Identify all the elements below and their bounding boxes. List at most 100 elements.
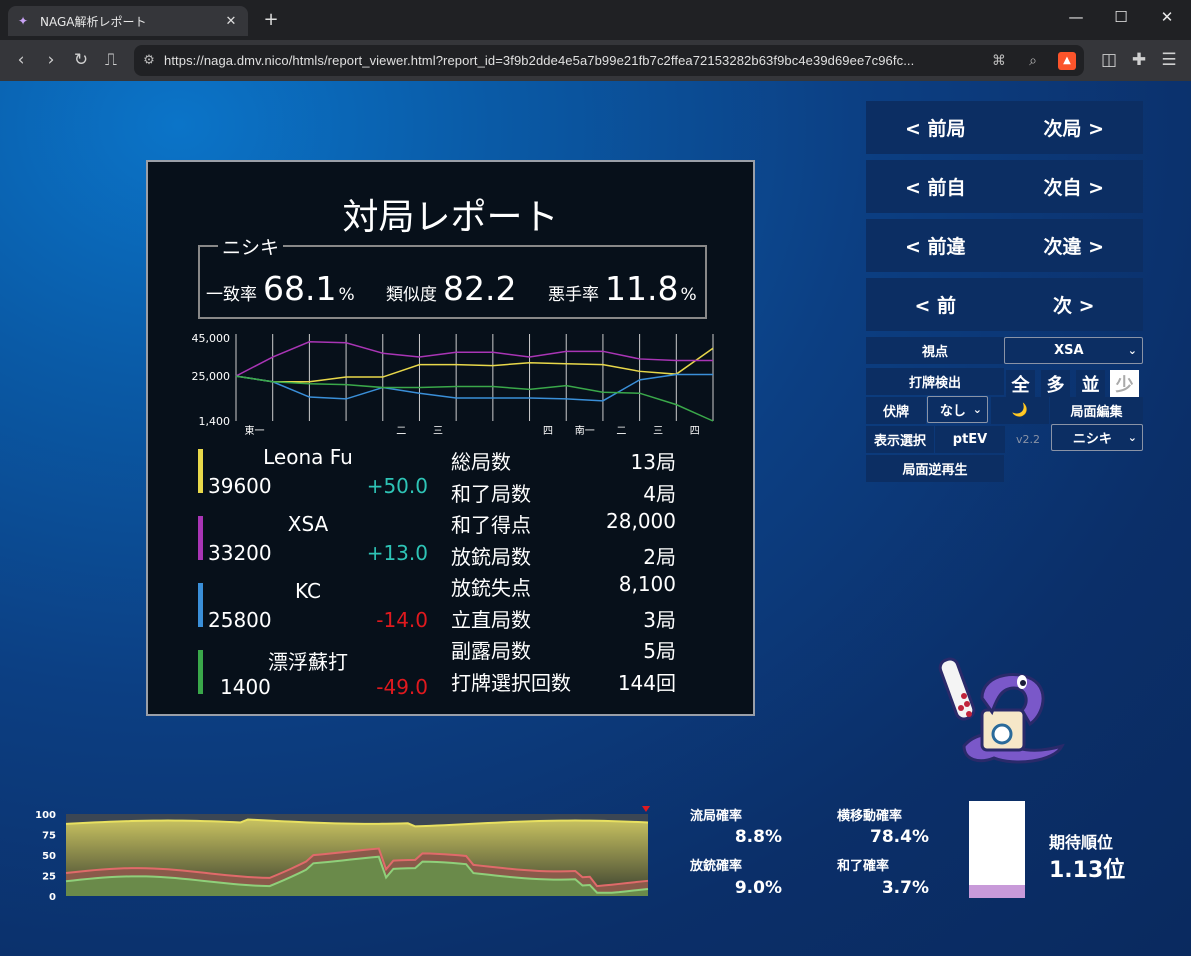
summary-row: 放銃失点 8,100 xyxy=(451,572,676,602)
zoom-icon[interactable]: ⌕ xyxy=(1016,53,1050,69)
match-rate: 一致率 68.1 % xyxy=(206,269,355,308)
address-bar[interactable]: ⚙ https://naga.dmv.nico/htmls/report_vie… xyxy=(134,45,1084,76)
translate-icon[interactable]: ⌘ xyxy=(982,53,1016,69)
detect-all-button[interactable]: 全 xyxy=(1006,370,1035,397)
viewpoint-label: 視点 xyxy=(866,337,1004,364)
expected-rank-fill xyxy=(969,885,1025,898)
player-name: Leona Fu xyxy=(263,445,353,469)
x-tick-label: 四 xyxy=(690,426,700,437)
detect-many-button[interactable]: 多 xyxy=(1041,370,1070,397)
tab-strip: ✦ NAGA解析レポート ✕ + — ☐ ✕ xyxy=(0,0,1191,40)
extensions-icon[interactable]: ✚ xyxy=(1128,49,1150,71)
next-step-button[interactable]: 次 > xyxy=(1005,291,1144,318)
back-icon[interactable]: ‹ xyxy=(10,49,32,71)
summary-key: 和了局数 xyxy=(451,481,531,506)
fukuhai-label: 伏牌 xyxy=(866,397,926,424)
fukuhai-select[interactable]: なし ⌄ xyxy=(927,396,988,423)
tab-title: NAGA解析レポート xyxy=(40,14,147,29)
player-stats-box: ニシキ 一致率 68.1 % 類似度 82.2 悪手率 11.8 % xyxy=(198,233,707,319)
reverse-play-button[interactable]: 局面逆再生 xyxy=(866,455,1004,482)
series-line xyxy=(235,347,714,383)
menu-icon[interactable]: ☰ xyxy=(1158,49,1180,71)
summary-value: 13局 xyxy=(630,450,676,474)
maximize-icon[interactable]: ☐ xyxy=(1106,8,1136,26)
chevron-down-icon: ⌄ xyxy=(1127,344,1137,357)
page-content: 対局レポート ニシキ 一致率 68.1 % 類似度 82.2 悪手率 11.8 … xyxy=(0,81,1191,956)
detect-normal-button[interactable]: 並 xyxy=(1076,370,1105,397)
y-tick-label: 1,400 xyxy=(199,415,231,428)
houjuu-prob-value: 9.0% xyxy=(734,878,782,898)
x-tick-label: 東一 xyxy=(245,424,265,437)
summary-value: 144回 xyxy=(617,670,676,695)
summary-key: 和了得点 xyxy=(451,513,531,537)
summary-value: 8,100 xyxy=(618,572,676,596)
prev-self-button[interactable]: < 前自 xyxy=(866,173,1005,200)
houjuu-prob-label: 放銃確率 xyxy=(690,859,743,874)
night-mode-icon[interactable]: 🌙 xyxy=(991,397,1049,424)
diff-nav: < 前違 次違 > xyxy=(866,219,1143,272)
ryukyoku-prob-value: 8.8% xyxy=(734,827,782,847)
board-edit-button[interactable]: 局面編集 xyxy=(1050,397,1143,424)
prev-diff-button[interactable]: < 前違 xyxy=(866,232,1005,259)
player-name: ニシキ xyxy=(218,233,284,260)
browser-toolbar: ‹ › ↻ ⎍ ⚙ https://naga.dmv.nico/htmls/re… xyxy=(0,40,1191,81)
viewpoint-select[interactable]: XSA ⌄ xyxy=(1004,337,1143,364)
similarity: 類似度 82.2 xyxy=(386,269,517,308)
prev-step-button[interactable]: < 前 xyxy=(866,291,1005,318)
series-line xyxy=(235,373,713,402)
detect-few-button[interactable]: 少 xyxy=(1110,370,1139,397)
summary-value: 2局 xyxy=(643,544,676,569)
minimize-icon[interactable]: — xyxy=(1061,8,1091,26)
expected-rank-label: 期待順位 xyxy=(1049,833,1114,852)
player-score: 1400 xyxy=(220,675,271,699)
ptev-button[interactable]: ptEV xyxy=(935,426,1005,453)
x-tick-label: 南一 xyxy=(575,424,595,437)
round-nav: < 前局 次局 > xyxy=(866,101,1143,154)
summary-key: 放銃失点 xyxy=(451,576,531,600)
player-entry: KC 25800 -14.0 xyxy=(198,579,428,643)
player-diff: -14.0 xyxy=(376,608,428,632)
player-diff: -49.0 xyxy=(376,675,428,699)
reload-icon[interactable]: ↻ xyxy=(70,49,92,71)
summary-value: 4局 xyxy=(643,481,676,506)
naga-mascot-image xyxy=(938,657,1065,764)
prev-round-button[interactable]: < 前局 xyxy=(866,114,1005,141)
summary-row: 打牌選択回数 144回 xyxy=(451,667,676,697)
x-tick-label: 二 xyxy=(396,426,406,437)
new-tab-icon[interactable]: + xyxy=(262,9,280,30)
close-tab-icon[interactable]: ✕ xyxy=(222,14,240,29)
x-tick-label: 四 xyxy=(543,426,553,437)
agari-prob-label: 和了確率 xyxy=(837,859,890,874)
display-select-button[interactable]: 表示選択 xyxy=(866,426,934,453)
version-label: v2.2 xyxy=(1015,433,1040,446)
next-diff-button[interactable]: 次違 > xyxy=(1005,232,1144,259)
close-window-icon[interactable]: ✕ xyxy=(1152,8,1182,26)
reader-icon[interactable]: ◫ xyxy=(1098,49,1120,71)
probability-area-chart: 100 75 50 25 0 xyxy=(35,806,650,903)
next-self-button[interactable]: 次自 > xyxy=(1005,173,1144,200)
url-text[interactable]: https://naga.dmv.nico/htmls/report_viewe… xyxy=(164,53,982,68)
discard-detect-label: 打牌検出 xyxy=(866,368,1004,395)
score-line-chart: 45,000 25,000 1,400 東一 二 三 四 南一 二 三 四 xyxy=(192,332,714,437)
forward-icon[interactable]: › xyxy=(40,49,62,71)
bad-move-rate: 悪手率 11.8 % xyxy=(548,269,697,308)
expected-rank-bar xyxy=(969,801,1025,898)
site-favicon-icon: ✦ xyxy=(17,14,29,28)
player-score: 33200 xyxy=(208,541,272,565)
next-round-button[interactable]: 次局 > xyxy=(1005,114,1144,141)
player-entry: XSA 33200 +13.0 xyxy=(198,512,428,576)
x-tick-label: 二 xyxy=(616,426,626,437)
model-select[interactable]: ニシキ ⌄ xyxy=(1051,424,1143,451)
yoko-prob-value: 78.4% xyxy=(870,827,929,847)
y-tick-label: 50 xyxy=(42,851,56,862)
browser-tab[interactable]: ✦ NAGA解析レポート ✕ xyxy=(8,6,248,36)
summary-value: 28,000 xyxy=(606,509,676,533)
current-position-marker-icon xyxy=(642,806,650,812)
bookmark-icon[interactable]: ⎍ xyxy=(100,49,122,71)
player-score: 39600 xyxy=(208,474,272,498)
player-diff: +50.0 xyxy=(366,474,428,498)
y-tick-label: 100 xyxy=(35,810,56,821)
summary-key: 放銃局数 xyxy=(451,544,531,569)
brave-shield-icon[interactable]: ▲ xyxy=(1058,51,1076,70)
site-info-icon[interactable]: ⚙ xyxy=(134,53,164,68)
